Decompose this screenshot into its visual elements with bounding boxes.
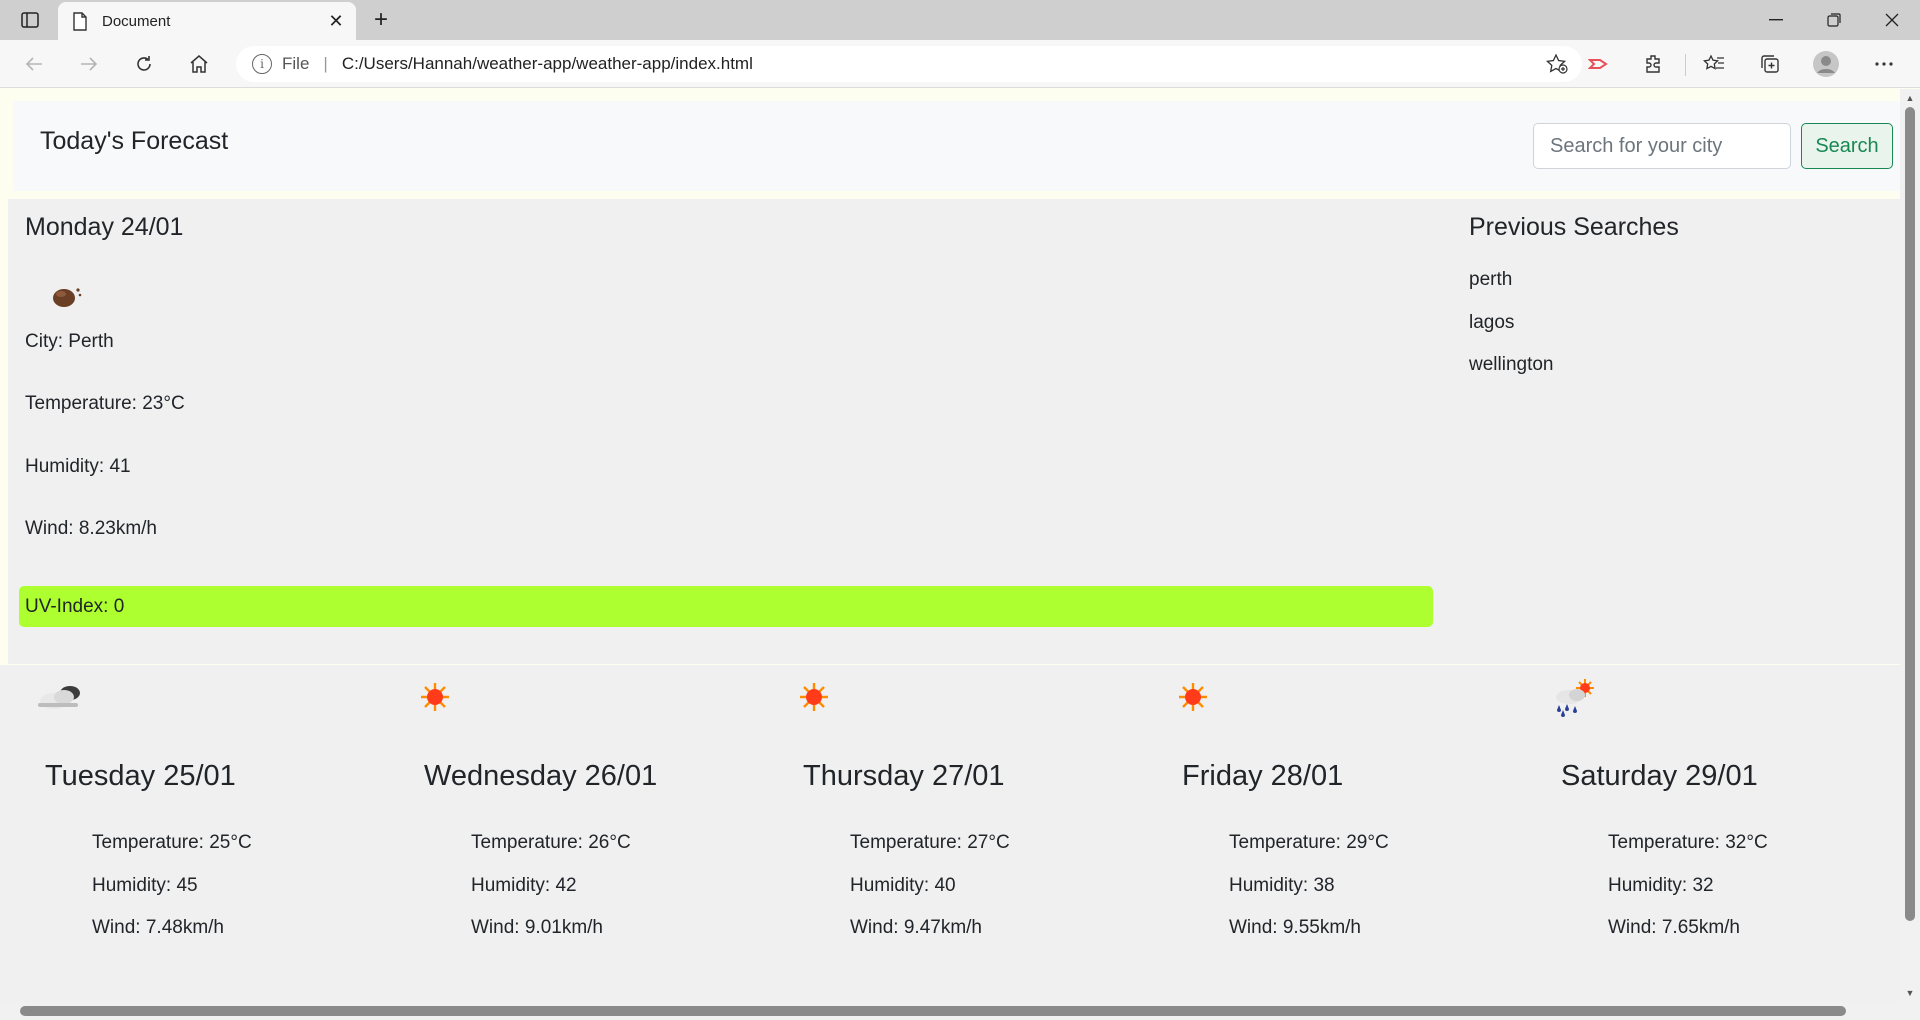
forecast-card: Saturday 29/01 Temperature: 32°C Humidit… xyxy=(1516,665,1896,1002)
forecast-humidity: Humidity: 38 xyxy=(1229,875,1335,896)
cloud-icon xyxy=(38,686,80,709)
today-date: Monday 24/01 xyxy=(25,213,184,241)
forecast-humidity: Humidity: 40 xyxy=(850,875,956,896)
uv-index-badge: UV-Index: 0 xyxy=(19,586,1433,627)
info-icon[interactable]: i xyxy=(252,54,272,74)
forecast-day: Friday 28/01 xyxy=(1182,760,1344,792)
forecast-temperature: Temperature: 25°C xyxy=(92,832,252,853)
page-viewport: Today's Forecast Search Monday 24/01 Cit… xyxy=(0,89,1900,1002)
more-menu-icon[interactable] xyxy=(1866,48,1902,80)
favorites-icon[interactable] xyxy=(1696,48,1732,80)
collections-icon[interactable] xyxy=(1752,48,1788,80)
refresh-icon[interactable] xyxy=(126,48,162,80)
tab-title: Document xyxy=(102,12,171,30)
profile-avatar-icon[interactable] xyxy=(1808,48,1844,80)
horizontal-scrollbar[interactable] xyxy=(0,1002,1900,1020)
today-humidity: Humidity: 41 xyxy=(25,456,131,477)
sidebar-toggle-icon[interactable] xyxy=(12,5,48,35)
extension-red-icon[interactable] xyxy=(1581,48,1617,80)
restore-icon[interactable] xyxy=(1806,0,1862,40)
forecast-day: Wednesday 26/01 xyxy=(424,760,658,792)
home-icon[interactable] xyxy=(181,48,217,80)
scrollbar-corner xyxy=(1900,1002,1920,1020)
forecast-temperature: Temperature: 27°C xyxy=(850,832,1010,853)
cloudy-icon xyxy=(53,288,82,307)
address-scheme: File xyxy=(282,54,310,73)
forecast-wind: Wind: 7.48km/h xyxy=(92,917,224,938)
scroll-up-icon[interactable]: ▲ xyxy=(1904,92,1916,104)
rain-sun-icon xyxy=(1556,679,1594,717)
previous-searches-title: Previous Searches xyxy=(1469,213,1679,241)
sun-icon xyxy=(421,683,449,711)
previous-search-item[interactable]: perth xyxy=(1469,269,1512,291)
new-tab-icon[interactable]: + xyxy=(366,6,396,34)
page-title: Today's Forecast xyxy=(40,127,229,155)
forecast-temperature: Temperature: 29°C xyxy=(1229,832,1389,853)
previous-search-item[interactable]: wellington xyxy=(1469,354,1554,376)
today-wind: Wind: 8.23km/h xyxy=(25,518,157,539)
sun-icon xyxy=(1179,683,1207,711)
close-tab-icon[interactable]: ✕ xyxy=(326,11,346,31)
scroll-down-icon[interactable]: ▼ xyxy=(1904,987,1916,999)
tab-bar: Document ✕ + xyxy=(0,0,1920,40)
horizontal-scroll-thumb[interactable] xyxy=(20,1006,1846,1016)
forecast-wind: Wind: 9.47km/h xyxy=(850,917,982,938)
toolbar-divider xyxy=(1685,54,1686,76)
today-section: Monday 24/01 City: Perth Temperature: 23… xyxy=(8,199,1900,664)
forecast-humidity: Humidity: 45 xyxy=(92,875,198,896)
forecast-day: Thursday 27/01 xyxy=(803,760,1005,792)
back-icon[interactable] xyxy=(16,48,52,80)
forward-icon[interactable] xyxy=(71,48,107,80)
forecast-card: Thursday 27/01 Temperature: 27°C Humidit… xyxy=(758,665,1138,1002)
forecast-humidity: Humidity: 32 xyxy=(1608,875,1714,896)
document-icon xyxy=(73,11,87,31)
five-day-forecast: Tuesday 25/01 Temperature: 25°C Humidity… xyxy=(0,665,1900,1002)
address-url: C:/Users/Hannah/weather-app/weather-app/… xyxy=(341,54,753,73)
forecast-wind: Wind: 9.01km/h xyxy=(471,917,603,938)
minimize-icon[interactable] xyxy=(1748,0,1804,40)
today-city: City: Perth xyxy=(25,331,114,352)
forecast-card: Friday 28/01 Temperature: 29°C Humidity:… xyxy=(1137,665,1517,1002)
sun-icon xyxy=(800,683,828,711)
address-separator: | xyxy=(323,54,328,73)
browser-toolbar: i File | C:/Users/Hannah/weather-app/wea… xyxy=(0,40,1920,88)
forecast-temperature: Temperature: 26°C xyxy=(471,832,631,853)
extensions-icon[interactable] xyxy=(1636,48,1672,80)
forecast-temperature: Temperature: 32°C xyxy=(1608,832,1768,853)
forecast-day: Tuesday 25/01 xyxy=(45,760,236,792)
city-search-input[interactable] xyxy=(1533,123,1791,169)
search-button[interactable]: Search xyxy=(1801,123,1893,169)
forecast-card: Wednesday 26/01 Temperature: 26°C Humidi… xyxy=(379,665,759,1002)
browser-tab[interactable]: Document ✕ xyxy=(58,2,356,40)
vertical-scroll-thumb[interactable] xyxy=(1905,107,1915,921)
forecast-day: Saturday 29/01 xyxy=(1561,760,1758,792)
forecast-humidity: Humidity: 42 xyxy=(471,875,577,896)
today-temperature: Temperature: 23°C xyxy=(25,393,185,414)
previous-search-item[interactable]: lagos xyxy=(1469,312,1514,334)
forecast-wind: Wind: 9.55km/h xyxy=(1229,917,1361,938)
close-window-icon[interactable] xyxy=(1864,0,1920,40)
address-bar[interactable]: i File | C:/Users/Hannah/weather-app/wea… xyxy=(236,46,1582,82)
navbar: Today's Forecast Search xyxy=(13,101,1900,191)
forecast-card: Tuesday 25/01 Temperature: 25°C Humidity… xyxy=(0,665,380,1002)
add-favorite-icon[interactable] xyxy=(1545,53,1568,79)
forecast-wind: Wind: 7.65km/h xyxy=(1608,917,1740,938)
vertical-scrollbar[interactable]: ▲ ▼ xyxy=(1900,89,1920,1002)
